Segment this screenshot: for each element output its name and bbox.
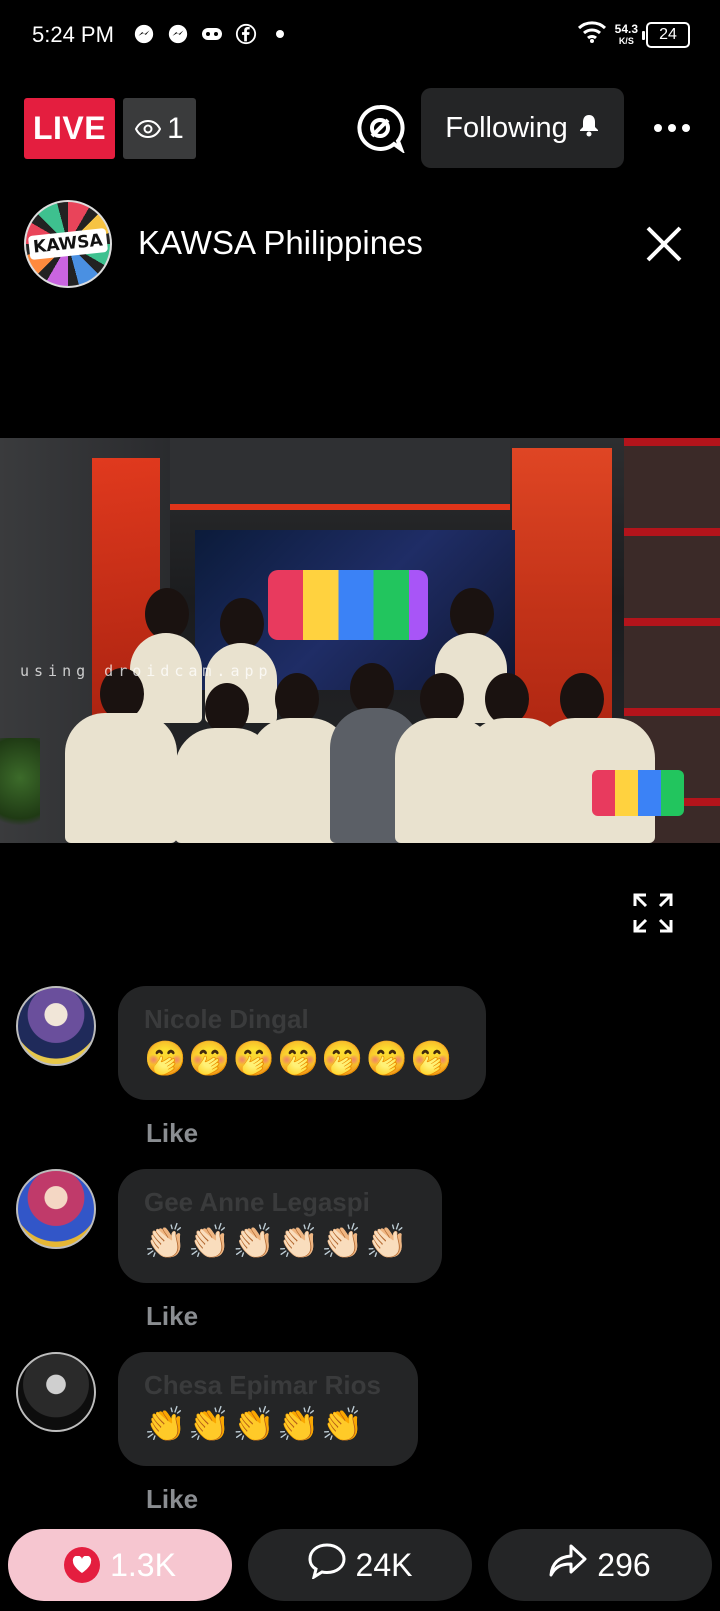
expand-icon <box>632 893 674 938</box>
messenger-icon <box>166 22 190 46</box>
comment-text: 🤭🤭🤭🤭🤭🤭🤭 <box>144 1039 455 1079</box>
comment-author[interactable]: Chesa Epimar Rios <box>144 1370 392 1401</box>
live-badge: LIVE <box>24 98 115 159</box>
comment-author[interactable]: Gee Anne Legaspi <box>144 1187 416 1218</box>
like-link[interactable]: Like <box>146 1484 198 1515</box>
like-link[interactable]: Like <box>146 1118 198 1149</box>
comment-button[interactable]: 24K <box>248 1529 472 1601</box>
game-controller-icon <box>200 22 224 46</box>
eye-icon <box>135 112 162 146</box>
wifi-icon <box>577 20 607 49</box>
battery-indicator: 24 <box>642 21 690 48</box>
messenger-icon <box>132 22 156 46</box>
status-right: 54.3 K/S 24 <box>577 20 690 49</box>
shares-count: 296 <box>597 1546 651 1583</box>
avatar[interactable] <box>16 1169 96 1249</box>
avatar[interactable] <box>16 986 96 1066</box>
bell-icon <box>578 112 600 145</box>
claim-your-space-badge <box>592 770 684 816</box>
like-link[interactable]: Like <box>146 1301 198 1332</box>
following-button[interactable]: Following <box>421 88 624 168</box>
heart-icon <box>64 1547 101 1583</box>
video-watermark: using droidcam.app <box>20 662 273 680</box>
avatar[interactable] <box>16 1352 96 1432</box>
status-time: 5:24 PM <box>32 22 114 47</box>
reactions-count: 1.3K <box>110 1546 176 1583</box>
status-bar: 5:24 PM 54.3 K/S 24 <box>0 0 720 72</box>
comment-bubble[interactable]: Gee Anne Legaspi 👏🏻👏🏻👏🏻👏🏻👏🏻👏🏻 <box>118 1169 442 1283</box>
share-icon <box>549 1544 587 1586</box>
close-icon <box>640 226 688 272</box>
comment-author[interactable]: Nicole Dingal <box>144 1004 460 1035</box>
mention-button[interactable] <box>354 104 406 156</box>
live-video[interactable]: using droidcam.app <box>0 438 720 843</box>
page-name[interactable]: KAWSA Philippines <box>138 224 423 262</box>
share-button[interactable]: 296 <box>488 1529 712 1601</box>
facebook-icon <box>234 22 258 46</box>
fullscreen-button[interactable] <box>632 892 674 934</box>
close-button[interactable] <box>640 220 688 268</box>
notification-icons <box>132 22 292 46</box>
more-options-button[interactable] <box>650 112 694 144</box>
mention-off-icon <box>355 103 406 158</box>
comment-bubble[interactable]: Nicole Dingal 🤭🤭🤭🤭🤭🤭🤭 <box>118 986 486 1100</box>
comment-text: 👏👏👏👏👏 <box>144 1405 366 1445</box>
comment-bubble[interactable]: Chesa Epimar Rios 👏👏👏👏👏 <box>118 1352 418 1466</box>
page-avatar[interactable]: KAWSA <box>24 200 112 288</box>
comment-text: 👏🏻👏🏻👏🏻👏🏻👏🏻👏🏻 <box>144 1222 411 1262</box>
dot-icon <box>268 22 292 46</box>
react-button[interactable]: 1.3K <box>8 1529 232 1601</box>
network-speed: 54.3 K/S <box>614 21 638 46</box>
comments-count: 24K <box>355 1546 413 1583</box>
comment-icon <box>308 1543 346 1587</box>
viewer-count: 1 <box>123 98 196 159</box>
